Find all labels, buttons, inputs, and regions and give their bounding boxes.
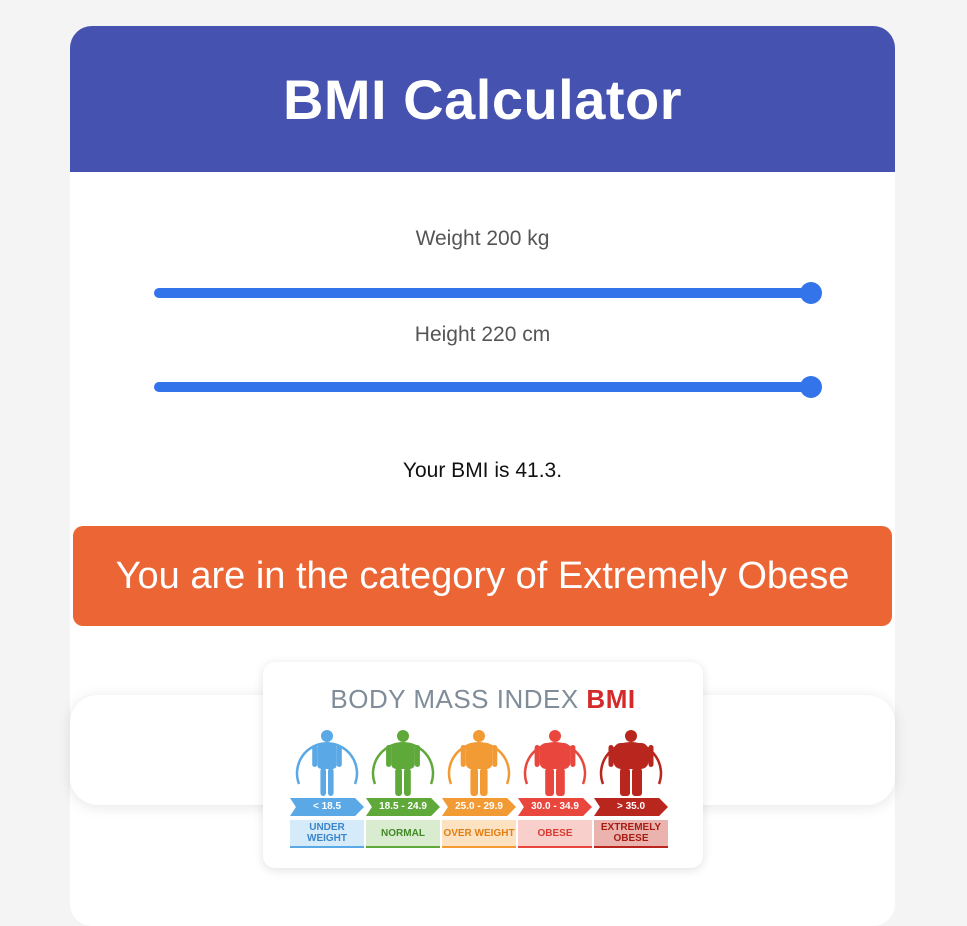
height-slider-thumb[interactable] xyxy=(800,376,822,398)
weight-slider-fill xyxy=(154,288,811,298)
weight-slider[interactable] xyxy=(154,282,822,304)
bmi-category-label: NORMAL xyxy=(366,820,440,848)
height-label: Height 220 cm xyxy=(414,323,551,346)
bmi-category-2: 25.0 - 29.9 OVER WEIGHT xyxy=(442,726,516,866)
bmi-range-tag: 30.0 - 34.9 xyxy=(518,798,592,816)
chart-title: BODY MASS INDEX BMI xyxy=(263,684,703,715)
person-icon xyxy=(447,730,511,796)
bmi-category-4: > 35.0 EXTREMELY OBESE xyxy=(594,726,668,866)
bmi-category-0: < 18.5 UNDER WEIGHT xyxy=(290,726,364,866)
weight-slider-thumb[interactable] xyxy=(800,282,822,304)
bmi-range-tag: 25.0 - 29.9 xyxy=(442,798,516,816)
bmi-range-tag: 18.5 - 24.9 xyxy=(366,798,440,816)
person-icon xyxy=(599,730,663,796)
bmi-result: Your BMI is 41.3. xyxy=(402,459,563,482)
weight-label: Weight 200 kg xyxy=(415,227,550,250)
bmi-range-tag: > 35.0 xyxy=(594,798,668,816)
bmi-category-label: UNDER WEIGHT xyxy=(290,820,364,848)
category-banner: You are in the category of Extremely Obe… xyxy=(73,526,892,626)
app-header: BMI Calculator xyxy=(70,26,895,172)
chart-title-main: BODY MASS INDEX xyxy=(330,684,587,714)
page-title: BMI Calculator xyxy=(282,67,683,131)
bmi-category-label: OBESE xyxy=(518,820,592,848)
person-icon xyxy=(295,730,359,796)
bmi-range-tag: < 18.5 xyxy=(290,798,364,816)
bmi-category-3: 30.0 - 34.9 OBESE xyxy=(518,726,592,866)
bmi-category-1: 18.5 - 24.9 NORMAL xyxy=(366,726,440,866)
bmi-chart-image: BODY MASS INDEX BMI < 18.5 UNDER WEIGHT 18… xyxy=(263,662,703,868)
bmi-category-label: EXTREMELY OBESE xyxy=(594,820,668,848)
person-icon xyxy=(371,730,435,796)
person-icon xyxy=(523,730,587,796)
height-slider[interactable] xyxy=(154,376,822,398)
bmi-category-label: OVER WEIGHT xyxy=(442,820,516,848)
height-slider-fill xyxy=(154,382,811,392)
chart-title-accent: BMI xyxy=(586,684,636,714)
